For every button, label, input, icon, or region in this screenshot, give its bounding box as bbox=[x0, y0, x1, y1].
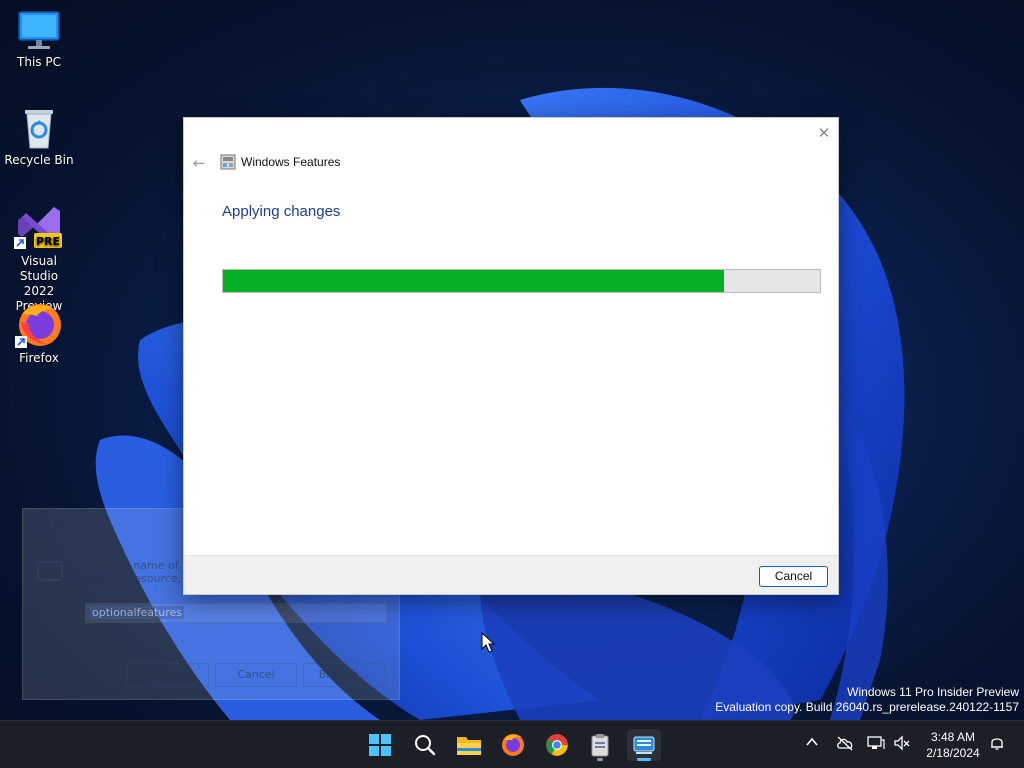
pre-badge: PRE bbox=[36, 235, 60, 248]
cancel-button[interactable]: Cancel bbox=[759, 566, 828, 587]
desktop-icon-firefox[interactable]: Firefox bbox=[1, 302, 77, 366]
desktop-icon-label: Recycle Bin bbox=[4, 153, 74, 167]
windows-features-icon bbox=[220, 154, 236, 170]
visual-studio-icon: PRE bbox=[14, 207, 62, 249]
close-icon[interactable]: ✕ bbox=[815, 124, 833, 142]
open-input[interactable]: optionalfeatures bbox=[85, 603, 387, 623]
running-indicator bbox=[597, 758, 603, 761]
network-icon[interactable] bbox=[867, 735, 885, 751]
taskbar: 3:48 AM 2/18/2024 bbox=[0, 720, 1024, 768]
desktop-icon-label: Visual Studio bbox=[19, 254, 59, 283]
recycle-bin-icon bbox=[25, 110, 53, 149]
firefox-icon bbox=[502, 734, 524, 756]
file-explorer-icon bbox=[457, 737, 481, 755]
start-button[interactable] bbox=[363, 729, 397, 761]
start-icon bbox=[369, 734, 391, 756]
run-icon bbox=[37, 561, 63, 581]
desktop-icon-label: This PC bbox=[17, 55, 61, 69]
build-watermark: Windows 11 Pro Insider Preview Evaluatio… bbox=[715, 685, 1019, 715]
taskbar-firefox[interactable] bbox=[496, 729, 530, 761]
volume-muted-icon[interactable] bbox=[893, 735, 911, 751]
desktop-icon-visual-studio[interactable]: PRE Visual Studio 2022 Preview bbox=[1, 203, 77, 314]
dialog-title: Windows Features bbox=[241, 155, 341, 169]
windows-features-dialog: ✕ ← Windows Features Applying changes Ca… bbox=[183, 117, 839, 595]
browse-button[interactable]: Browse... bbox=[303, 663, 385, 687]
clock-date: 2/18/2024 bbox=[926, 746, 980, 760]
open-input-value: optionalfeatures bbox=[90, 606, 185, 619]
taskbar-notepad[interactable] bbox=[583, 729, 617, 761]
desktop-icon-label: Firefox bbox=[19, 351, 59, 365]
cancel-button[interactable]: Cancel bbox=[215, 663, 297, 687]
progress-bar-fill bbox=[223, 270, 725, 292]
ok-button[interactable]: OK bbox=[127, 663, 209, 687]
taskbar-chrome[interactable] bbox=[540, 729, 574, 761]
search-icon bbox=[415, 735, 436, 756]
dialog-footer: Cancel bbox=[184, 555, 838, 594]
monitor-icon bbox=[18, 11, 60, 49]
taskbar-windows-features[interactable] bbox=[627, 729, 661, 761]
status-heading: Applying changes bbox=[222, 203, 341, 220]
windows-features-icon bbox=[633, 736, 655, 754]
chrome-icon bbox=[546, 734, 568, 756]
firefox-icon bbox=[15, 304, 61, 348]
notepad-icon bbox=[591, 734, 609, 757]
mouse-cursor-icon bbox=[481, 632, 495, 653]
clock-time: 3:48 AM bbox=[930, 730, 976, 744]
desktop-icon-this-pc[interactable]: This PC bbox=[1, 10, 77, 70]
taskbar-file-explorer[interactable] bbox=[452, 729, 486, 761]
notification-bell-icon[interactable] bbox=[989, 735, 1005, 751]
watermark-line: Evaluation copy. Build 26040.rs_prerelea… bbox=[715, 700, 1019, 714]
system-clock[interactable]: 3:48 AM 2/18/2024 bbox=[918, 729, 988, 761]
active-indicator bbox=[637, 758, 651, 761]
search-button[interactable] bbox=[408, 729, 442, 761]
watermark-line: Windows 11 Pro Insider Preview bbox=[847, 685, 1019, 699]
back-arrow-icon[interactable]: ← bbox=[190, 154, 208, 172]
progress-bar bbox=[222, 269, 821, 293]
cloud-offline-icon[interactable] bbox=[836, 735, 854, 751]
chevron-up-icon[interactable] bbox=[805, 735, 819, 749]
open-label: Open: bbox=[35, 608, 69, 621]
desktop-icon-recycle-bin[interactable]: Recycle Bin bbox=[1, 106, 77, 168]
run-dialog-title: Run bbox=[53, 517, 75, 530]
